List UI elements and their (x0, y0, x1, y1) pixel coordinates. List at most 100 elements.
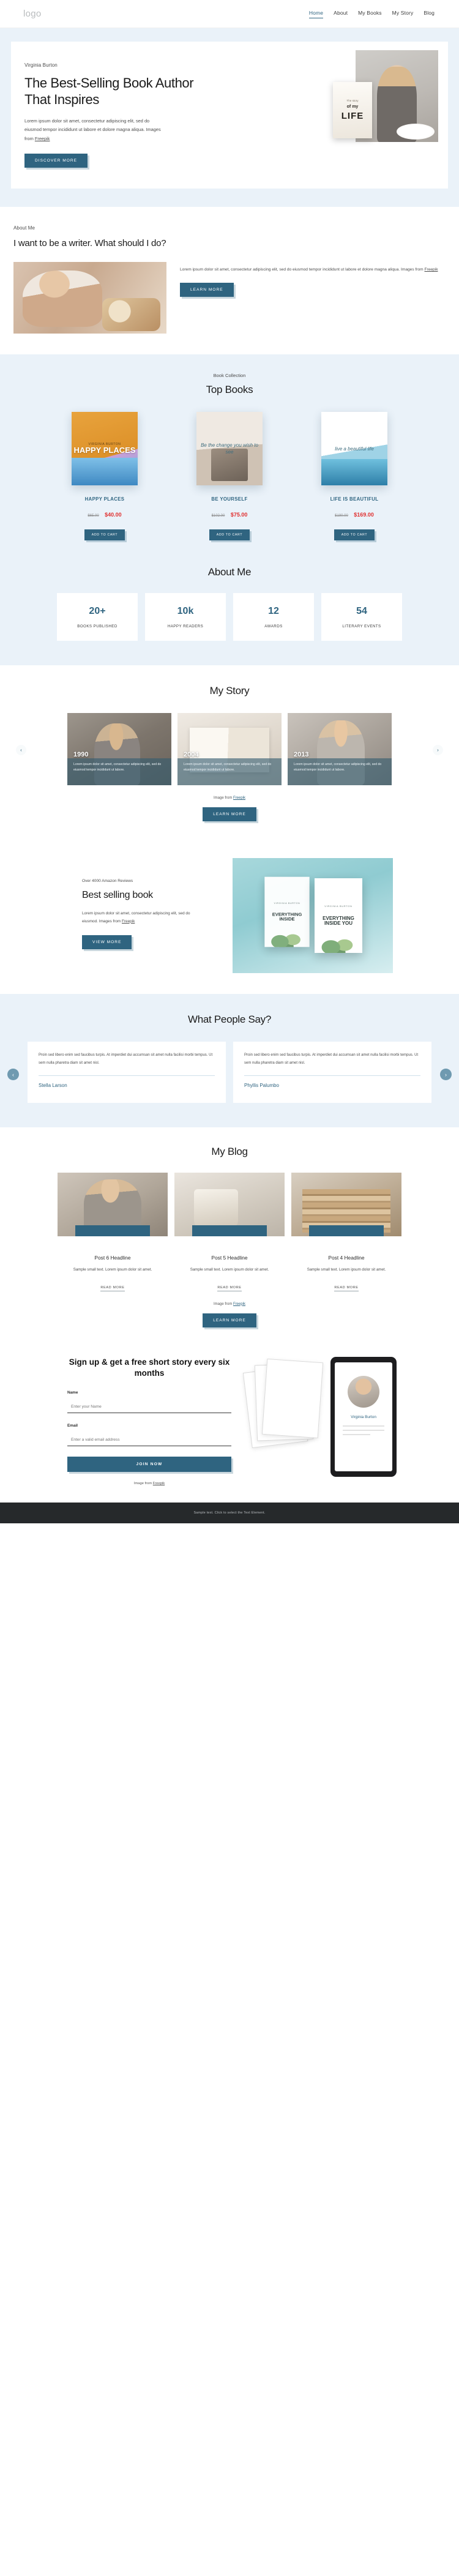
read-more-link[interactable]: READ MORE (100, 1285, 125, 1291)
blog-badge (75, 1225, 150, 1237)
my-story-section: My Story ‹ 1990 Lorem ipsum dolor sit am… (0, 665, 459, 840)
newsletter-credit-link[interactable]: Freepik (153, 1482, 165, 1485)
blog-learn-more-button[interactable]: LEARN MORE (203, 1313, 256, 1327)
nav-item-home[interactable]: Home (308, 10, 324, 18)
blog-headline: Post 6 Headline (94, 1255, 131, 1261)
best-book-back-cover: VIRGINIA BURTON EVERYTHING INSIDE (264, 876, 310, 947)
email-input[interactable] (67, 1435, 231, 1447)
story-year: 2004 (184, 751, 199, 759)
book-price-old: $190.00 (335, 514, 348, 518)
best-credit-link[interactable]: Freepik (122, 919, 135, 924)
avatar (348, 1375, 379, 1408)
testimonials-carousel: ‹ Proin sed libero enim sed faucibus tur… (0, 1042, 459, 1103)
blog-body: Post 5 Headline Sample small text. Lorem… (174, 1236, 285, 1291)
main-navigation: Home About My Books My Story Blog (308, 10, 435, 18)
newsletter-illustration: Virginia Burton (242, 1356, 400, 1484)
nav-item-my-books[interactable]: My Books (358, 10, 382, 18)
stat-label: HAPPY READERS (167, 624, 204, 629)
blog-credit: Image from Freepik (0, 1302, 459, 1306)
book-price-row: $65.00 $40.00 (48, 509, 162, 520)
testimonial-prev-icon[interactable]: ‹ (7, 1069, 19, 1081)
best-selling-text: Over 4000 Amazon Reviews Best selling bo… (66, 858, 233, 973)
stat-card: 20+ BOOKS PUBLISHED (57, 593, 138, 641)
blog-badge (309, 1225, 384, 1237)
discover-more-button[interactable]: DISCOVER MORE (24, 153, 88, 168)
best-title: Best selling book (82, 890, 153, 901)
best-eyebrow: Over 4000 Amazon Reviews (82, 879, 133, 884)
hero-card: Virginia Burton The Best-Selling Book Au… (11, 42, 448, 189)
stat-label: AWARDS (264, 624, 283, 629)
best-book-back-title: EVERYTHING INSIDE (272, 911, 302, 922)
blog-headline: Post 5 Headline (211, 1255, 248, 1261)
nav-item-about[interactable]: About (334, 10, 348, 18)
about-copy-text: Lorem ipsum dolor sit amet, consectetur … (180, 267, 425, 272)
about-credit-link[interactable]: Freepik (425, 267, 438, 272)
site-logo[interactable]: logo (23, 9, 42, 19)
story-caption: Lorem ipsum dolor sit amet, consectetur … (288, 758, 392, 786)
hero-eyebrow: Virginia Burton (24, 62, 58, 68)
testimonial-quote: Proin sed libero enim sed faucibus turpi… (39, 1053, 213, 1065)
testimonial-quote: Proin sed libero enim sed faucibus turpi… (244, 1053, 419, 1065)
join-now-button[interactable]: JOIN NOW (67, 1457, 231, 1473)
hero-content: Virginia Burton The Best-Selling Book Au… (24, 62, 211, 168)
testimonials-section: What People Say? ‹ Proin sed libero enim… (0, 994, 459, 1128)
stat-label: BOOKS PUBLISHED (77, 624, 118, 629)
blog-grid: Post 6 Headline Sample small text. Lorem… (0, 1173, 459, 1291)
hero-title: The Best-Selling Book Author That Inspir… (24, 75, 194, 108)
book-cover-image[interactable]: Be the change you wish to see (196, 412, 263, 486)
story-caption: Lorem ipsum dolor sit amet, consectetur … (67, 758, 171, 786)
testimonial-next-icon[interactable]: › (440, 1069, 452, 1081)
story-card: 2013 Lorem ipsum dolor sit amet, consect… (288, 713, 392, 786)
leaf-decor-icon (321, 928, 356, 954)
story-credit-prefix: Image from (213, 796, 233, 801)
about-copy: Lorem ipsum dolor sit amet, consectetur … (180, 266, 438, 274)
add-to-cart-button[interactable]: ADD TO CART (209, 529, 250, 541)
divider (244, 1075, 420, 1077)
blog-image[interactable] (291, 1173, 401, 1237)
book-price-new: $169.00 (354, 512, 374, 518)
blog-credit-link[interactable]: Freepik (233, 1302, 245, 1306)
best-copy-text: Lorem ipsum dolor sit amet, consectetur … (82, 911, 190, 924)
view-more-button[interactable]: VIEW MORE (82, 935, 132, 950)
book-price-old: $102.00 (211, 514, 225, 518)
read-more-link[interactable]: READ MORE (217, 1285, 242, 1291)
blog-image[interactable] (58, 1173, 168, 1237)
testimonial-author: Phyllis Palumbo (244, 1083, 279, 1089)
book-price-new: $75.00 (230, 512, 248, 518)
add-to-cart-button[interactable]: ADD TO CART (334, 529, 375, 541)
about-title: I want to be a writer. What should I do? (13, 237, 166, 248)
add-to-cart-button[interactable]: ADD TO CART (84, 529, 125, 541)
hero-media: The story of my LIFE (327, 50, 438, 142)
about-eyebrow: About Me (13, 225, 35, 231)
hero-credit-link[interactable]: Freepik (35, 136, 50, 141)
hero-book-title: LIFE (341, 111, 364, 122)
book-cover-image[interactable]: VIRGINIA BURTON HAPPY PLACES (72, 412, 138, 486)
name-input[interactable] (67, 1402, 231, 1414)
book-cover-image[interactable]: live a beautiful life (321, 412, 387, 486)
book-name: BE YOURSELF (211, 496, 248, 502)
blog-excerpt: Sample small text. Lorem ipsum dolor sit… (73, 1267, 152, 1272)
stat-value: 10k (177, 605, 194, 616)
tablet-device: Virginia Burton (330, 1356, 397, 1477)
footer-text[interactable]: Sample text. Click to select the Text El… (194, 1511, 266, 1515)
blog-section: My Blog Post 6 Headline Sample small tex… (0, 1127, 459, 1343)
carousel-prev-icon[interactable]: ‹ (16, 745, 26, 756)
nav-item-blog[interactable]: Blog (424, 10, 435, 18)
blog-headline: Post 4 Headline (328, 1255, 365, 1261)
newsletter-credit: Image from Freepik (67, 1482, 231, 1485)
read-more-link[interactable]: READ MORE (334, 1285, 359, 1291)
leaf-decor-icon (271, 924, 304, 947)
blog-body: Post 6 Headline Sample small text. Lorem… (58, 1236, 168, 1291)
blog-badge (192, 1225, 267, 1237)
story-learn-more-button[interactable]: LEARN MORE (203, 807, 256, 822)
site-header: logo Home About My Books My Story Blog (0, 0, 459, 28)
carousel-next-icon[interactable]: › (433, 745, 443, 756)
book-name: LIFE IS BEAUTIFUL (330, 496, 379, 502)
book-card: live a beautiful life LIFE IS BEAUTIFUL … (297, 412, 411, 541)
divider (39, 1075, 215, 1077)
blog-image[interactable] (174, 1173, 285, 1237)
books-grid: VIRGINIA BURTON HAPPY PLACES HAPPY PLACE… (0, 412, 459, 541)
story-credit-link[interactable]: Freepik (233, 796, 245, 800)
nav-item-my-story[interactable]: My Story (392, 10, 414, 18)
about-learn-more-button[interactable]: LEARN MORE (180, 282, 234, 297)
